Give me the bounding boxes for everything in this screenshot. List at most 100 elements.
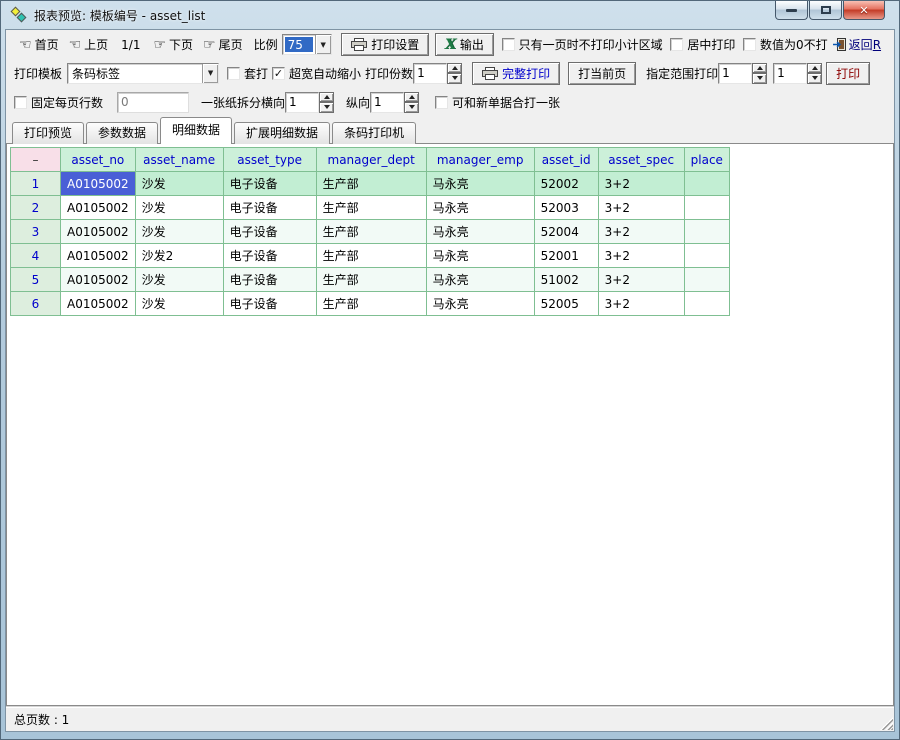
return-button[interactable]: 返回R xyxy=(828,33,886,56)
spin-up-button[interactable] xyxy=(752,63,767,74)
split-vertical-input[interactable] xyxy=(370,92,404,113)
chevron-down-icon[interactable]: ▼ xyxy=(202,64,218,83)
print-current-page-button[interactable]: 打当前页 xyxy=(568,62,636,85)
no-subtotal-checkbox[interactable]: 只有一页时不打印小计区域 xyxy=(502,36,663,53)
table-cell[interactable]: 52005 xyxy=(534,292,598,316)
column-header[interactable]: place xyxy=(684,148,729,172)
table-cell[interactable]: 3+2 xyxy=(598,244,684,268)
spin-down-button[interactable] xyxy=(752,73,767,84)
spin-up-button[interactable] xyxy=(447,63,462,74)
table-cell[interactable]: 3+2 xyxy=(598,220,684,244)
column-header[interactable]: asset_spec xyxy=(598,148,684,172)
table-cell[interactable]: A0105002 xyxy=(61,220,136,244)
titlebar[interactable]: 报表预览: 模板编号 - asset_list ✕ xyxy=(5,1,895,29)
center-print-checkbox[interactable]: 居中打印 xyxy=(670,36,735,53)
table-cell[interactable]: 电子设备 xyxy=(223,196,316,220)
table-cell[interactable]: A0105002 xyxy=(61,172,136,196)
corner-header[interactable]: – xyxy=(11,148,61,172)
table-cell[interactable]: A0105002 xyxy=(61,292,136,316)
table-cell[interactable]: 沙发 xyxy=(135,292,223,316)
range-from-input[interactable] xyxy=(718,63,752,84)
table-cell[interactable]: 电子设备 xyxy=(223,172,316,196)
copies-input[interactable] xyxy=(413,63,447,84)
tab-extended-detail-data[interactable]: 扩展明细数据 xyxy=(234,122,330,144)
table-cell[interactable]: 生产部 xyxy=(316,244,426,268)
table-cell[interactable] xyxy=(684,196,729,220)
table-cell[interactable] xyxy=(684,220,729,244)
row-number-cell[interactable]: 3 xyxy=(11,220,61,244)
fixed-rows-input[interactable] xyxy=(117,92,189,113)
table-cell[interactable]: 51002 xyxy=(534,268,598,292)
overlay-print-checkbox[interactable]: 套打 xyxy=(227,65,268,82)
row-number-cell[interactable]: 4 xyxy=(11,244,61,268)
prev-page-button[interactable]: ☜ 上页 xyxy=(64,33,114,56)
column-header[interactable]: asset_id xyxy=(534,148,598,172)
table-cell[interactable]: 生产部 xyxy=(316,268,426,292)
table-cell[interactable]: 马永亮 xyxy=(426,244,534,268)
autoshrink-checkbox[interactable]: ✓ 超宽自动缩小 xyxy=(272,65,361,82)
full-print-button[interactable]: 完整打印 xyxy=(472,62,560,85)
table-cell[interactable]: A0105002 xyxy=(61,268,136,292)
scale-combobox[interactable]: 75 ▼ xyxy=(282,34,332,55)
first-page-button[interactable]: ☜ 首页 xyxy=(14,33,64,56)
range-to-input[interactable] xyxy=(773,63,807,84)
table-cell[interactable]: 52003 xyxy=(534,196,598,220)
tab-print-preview[interactable]: 打印预览 xyxy=(12,122,84,144)
table-cell[interactable]: 马永亮 xyxy=(426,172,534,196)
table-cell[interactable]: 沙发2 xyxy=(135,244,223,268)
table-cell[interactable]: 马永亮 xyxy=(426,196,534,220)
maximize-button[interactable] xyxy=(809,1,842,20)
spin-down-button[interactable] xyxy=(807,73,822,84)
column-header[interactable]: asset_name xyxy=(135,148,223,172)
table-cell[interactable] xyxy=(684,244,729,268)
spin-up-button[interactable] xyxy=(319,92,334,103)
table-cell[interactable]: 电子设备 xyxy=(223,268,316,292)
tab-parameter-data[interactable]: 参数数据 xyxy=(86,122,158,144)
close-button[interactable]: ✕ xyxy=(843,1,885,20)
tab-detail-data[interactable]: 明细数据 xyxy=(160,117,232,144)
table-cell[interactable] xyxy=(684,292,729,316)
table-cell[interactable]: 3+2 xyxy=(598,292,684,316)
row-number-cell[interactable]: 2 xyxy=(11,196,61,220)
table-cell[interactable]: 马永亮 xyxy=(426,220,534,244)
row-number-cell[interactable]: 6 xyxy=(11,292,61,316)
table-cell[interactable]: 3+2 xyxy=(598,268,684,292)
merge-print-checkbox[interactable]: 可和新单据合打一张 xyxy=(435,94,560,111)
table-cell[interactable]: A0105002 xyxy=(61,196,136,220)
table-cell[interactable]: 沙发 xyxy=(135,220,223,244)
table-cell[interactable]: 马永亮 xyxy=(426,268,534,292)
table-cell[interactable]: 生产部 xyxy=(316,292,426,316)
resize-grip[interactable] xyxy=(880,717,893,730)
table-cell[interactable]: 马永亮 xyxy=(426,292,534,316)
last-page-button[interactable]: ☞ 尾页 xyxy=(198,33,248,56)
split-horizontal-input[interactable] xyxy=(285,92,319,113)
table-cell[interactable]: 沙发 xyxy=(135,196,223,220)
output-button[interactable]: X 输出 xyxy=(435,33,494,56)
next-page-button[interactable]: ☞ 下页 xyxy=(148,33,198,56)
table-cell[interactable]: 生产部 xyxy=(316,172,426,196)
table-cell[interactable]: 52001 xyxy=(534,244,598,268)
column-header[interactable]: asset_no xyxy=(61,148,136,172)
table-cell[interactable]: 52002 xyxy=(534,172,598,196)
spin-up-button[interactable] xyxy=(404,92,419,103)
spin-down-button[interactable] xyxy=(319,102,334,113)
column-header[interactable]: manager_emp xyxy=(426,148,534,172)
table-cell[interactable]: 沙发 xyxy=(135,268,223,292)
row-number-cell[interactable]: 5 xyxy=(11,268,61,292)
tab-barcode-printer[interactable]: 条码打印机 xyxy=(332,122,416,144)
table-cell[interactable]: 生产部 xyxy=(316,220,426,244)
zero-noprint-checkbox[interactable]: 数值为0不打 xyxy=(743,36,828,53)
spin-up-button[interactable] xyxy=(807,63,822,74)
table-cell[interactable]: 电子设备 xyxy=(223,292,316,316)
column-header[interactable]: asset_type xyxy=(223,148,316,172)
table-cell[interactable]: 52004 xyxy=(534,220,598,244)
row-number-cell[interactable]: 1 xyxy=(11,172,61,196)
table-cell[interactable] xyxy=(684,172,729,196)
table-cell[interactable]: 生产部 xyxy=(316,196,426,220)
chevron-down-icon[interactable]: ▼ xyxy=(315,35,331,54)
table-cell[interactable] xyxy=(684,268,729,292)
minimize-button[interactable] xyxy=(775,1,808,20)
column-header[interactable]: manager_dept xyxy=(316,148,426,172)
spin-down-button[interactable] xyxy=(447,73,462,84)
table-cell[interactable]: 电子设备 xyxy=(223,220,316,244)
